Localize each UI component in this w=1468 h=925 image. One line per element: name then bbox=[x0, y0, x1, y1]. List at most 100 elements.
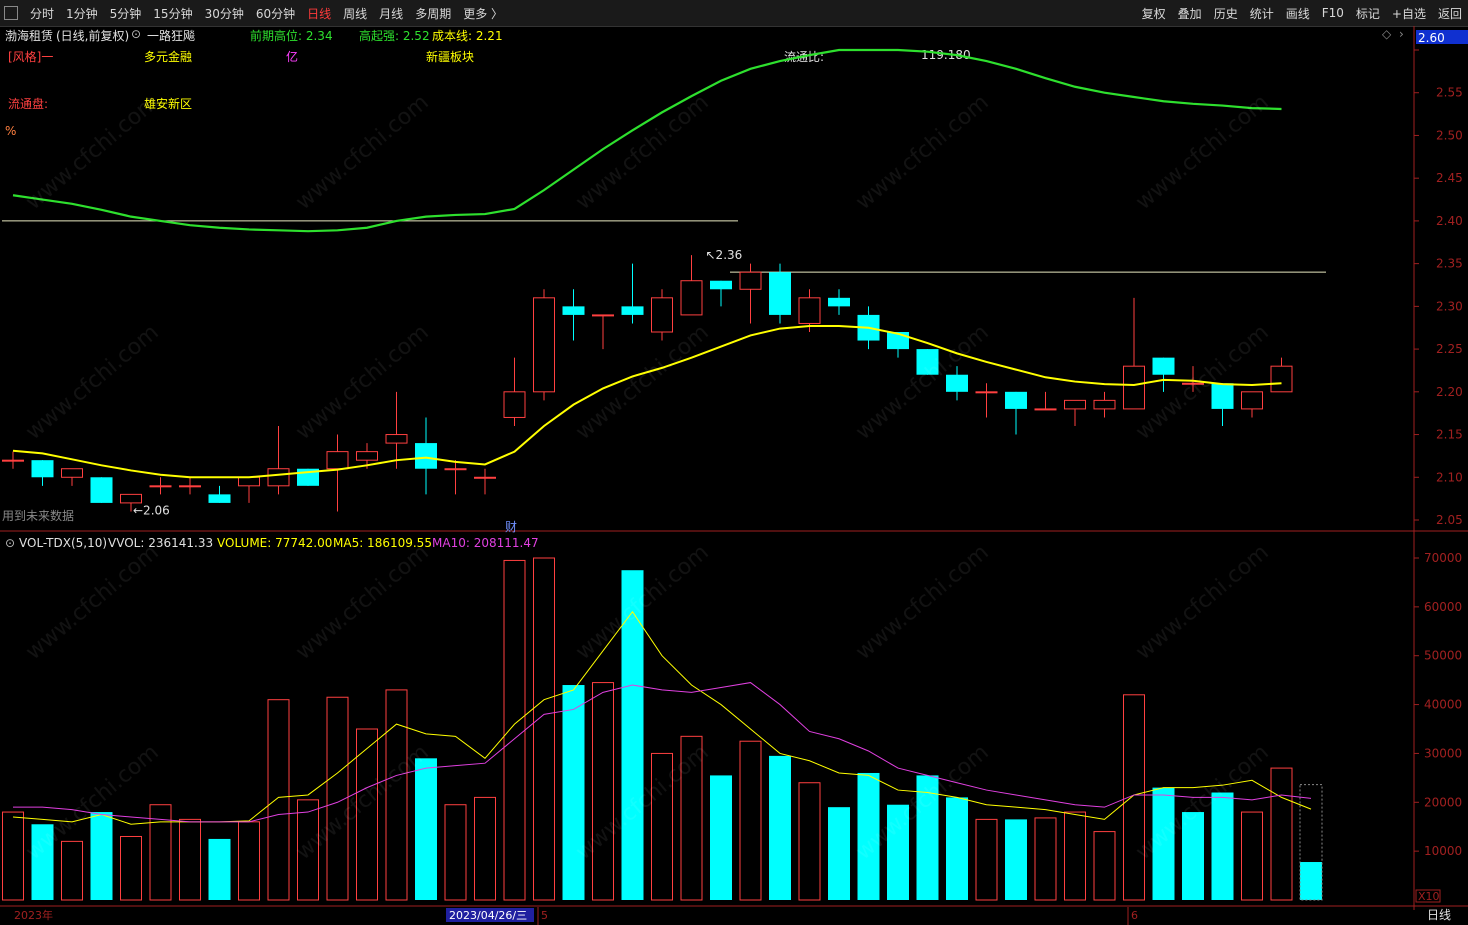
volume-bar bbox=[946, 797, 968, 900]
candle-body bbox=[710, 280, 732, 290]
price-tick-label: 2.35 bbox=[1436, 257, 1463, 271]
month-5-label: 5 bbox=[541, 909, 548, 922]
candle-body bbox=[1241, 391, 1263, 410]
vol-ma5-line bbox=[12, 610, 1312, 825]
low-annotation: ←2.06 bbox=[133, 503, 170, 517]
candle-body bbox=[828, 297, 850, 307]
price-tick-label: 2.40 bbox=[1436, 214, 1463, 228]
candle-body bbox=[61, 468, 83, 478]
candle-body bbox=[2, 459, 24, 462]
candle-body bbox=[179, 485, 201, 488]
candle bbox=[916, 349, 939, 375]
candle bbox=[503, 357, 526, 426]
candle-body bbox=[562, 306, 585, 315]
volume-bar bbox=[267, 699, 290, 901]
candle-body bbox=[474, 476, 496, 479]
candle-body bbox=[267, 468, 290, 487]
volume-bar bbox=[1093, 831, 1116, 901]
candle-body bbox=[946, 374, 968, 392]
volume-bar bbox=[503, 559, 526, 901]
candle-body bbox=[916, 349, 939, 375]
candle bbox=[1211, 383, 1234, 426]
candle-body bbox=[238, 476, 260, 487]
vol-tick-label: 10000 bbox=[1424, 844, 1462, 858]
candle bbox=[562, 289, 585, 341]
candle-body bbox=[149, 485, 172, 488]
candle bbox=[31, 460, 54, 486]
candle bbox=[1270, 357, 1293, 393]
volume-bar bbox=[1064, 811, 1086, 901]
volume-bar bbox=[710, 775, 732, 900]
candle bbox=[1123, 297, 1145, 410]
volume-bar bbox=[533, 557, 555, 901]
price-tick-label: 2.55 bbox=[1436, 86, 1463, 100]
vol-ma10-line bbox=[13, 682, 1312, 823]
volume-bar bbox=[592, 682, 614, 901]
candle bbox=[975, 383, 998, 418]
vol-tick-label: 20000 bbox=[1424, 795, 1462, 809]
date-highlight: 2023/04/26/三 bbox=[449, 909, 527, 922]
volume-bar bbox=[1005, 819, 1027, 900]
volume-bar bbox=[444, 804, 467, 901]
vol-tick-label: 50000 bbox=[1424, 649, 1462, 663]
stock-chart[interactable]: 2.55 2.50 2.45 2.40 2.35 2.30 2.25 2.20 2.15 2.10… bbox=[0, 0, 1468, 925]
candle bbox=[385, 391, 408, 469]
volume-bar bbox=[208, 838, 231, 900]
candle-body bbox=[1152, 357, 1175, 375]
current-price-tag-text: 2.60 bbox=[1418, 31, 1445, 45]
high-annotation: ↖2.36 bbox=[706, 248, 743, 262]
vol-tick-label: 70000 bbox=[1424, 551, 1462, 565]
candle-body bbox=[1005, 391, 1027, 409]
volume-bar bbox=[385, 689, 408, 901]
price-tick-label: 2.05 bbox=[1436, 513, 1463, 527]
candle-body bbox=[208, 494, 231, 503]
candle bbox=[61, 468, 83, 486]
candle-body bbox=[444, 468, 467, 471]
candle bbox=[179, 477, 201, 495]
volume-bar bbox=[238, 821, 260, 901]
price-tick-label: 2.15 bbox=[1436, 428, 1463, 442]
candle bbox=[1034, 391, 1057, 411]
price-tick-label: 2.20 bbox=[1436, 385, 1463, 399]
volume-bar bbox=[769, 755, 791, 900]
candle-body bbox=[1270, 365, 1293, 393]
candle bbox=[267, 426, 290, 495]
year-label: 2023年 bbox=[14, 908, 53, 922]
volume-bar bbox=[2, 811, 24, 901]
candle bbox=[1064, 399, 1086, 426]
vol-panel-toggle-icon[interactable]: ⊙ bbox=[5, 536, 15, 550]
candle bbox=[621, 263, 644, 324]
candle bbox=[769, 263, 791, 324]
candle-body bbox=[326, 451, 349, 470]
volume-bar bbox=[1241, 811, 1263, 901]
vol-indicator-title[interactable]: VOL-TDX(5,10) bbox=[19, 536, 107, 550]
price-tick-label: 2.25 bbox=[1436, 342, 1463, 356]
volume-bar bbox=[474, 796, 496, 901]
candle bbox=[680, 255, 703, 316]
candle-body bbox=[798, 297, 821, 324]
ma5-value: MA5: 186109.55 bbox=[333, 536, 432, 550]
volume-bar bbox=[297, 799, 319, 901]
candle-body bbox=[356, 451, 378, 461]
price-tick-label: 2.30 bbox=[1436, 299, 1463, 313]
candle-body bbox=[1064, 399, 1086, 410]
candle bbox=[592, 314, 614, 350]
month-6-label: 6 bbox=[1131, 909, 1138, 922]
volume-bar bbox=[828, 807, 850, 900]
candle bbox=[208, 485, 231, 503]
candle bbox=[710, 280, 732, 307]
candle-body bbox=[769, 272, 791, 315]
vol-unit: X10 bbox=[1418, 890, 1440, 903]
candle-body bbox=[120, 493, 142, 504]
volume-bar bbox=[975, 818, 998, 901]
volume-bar bbox=[857, 772, 880, 900]
volume-bar bbox=[621, 570, 644, 900]
candle-body bbox=[31, 460, 54, 478]
vol-tick-label: 60000 bbox=[1424, 600, 1462, 614]
vol-tick-label: 40000 bbox=[1424, 698, 1462, 712]
candle-body bbox=[1211, 383, 1234, 409]
candle-body bbox=[975, 391, 998, 394]
volume-bar bbox=[1034, 817, 1057, 901]
candle bbox=[946, 366, 968, 401]
price-tick-label: 2.50 bbox=[1436, 128, 1463, 142]
